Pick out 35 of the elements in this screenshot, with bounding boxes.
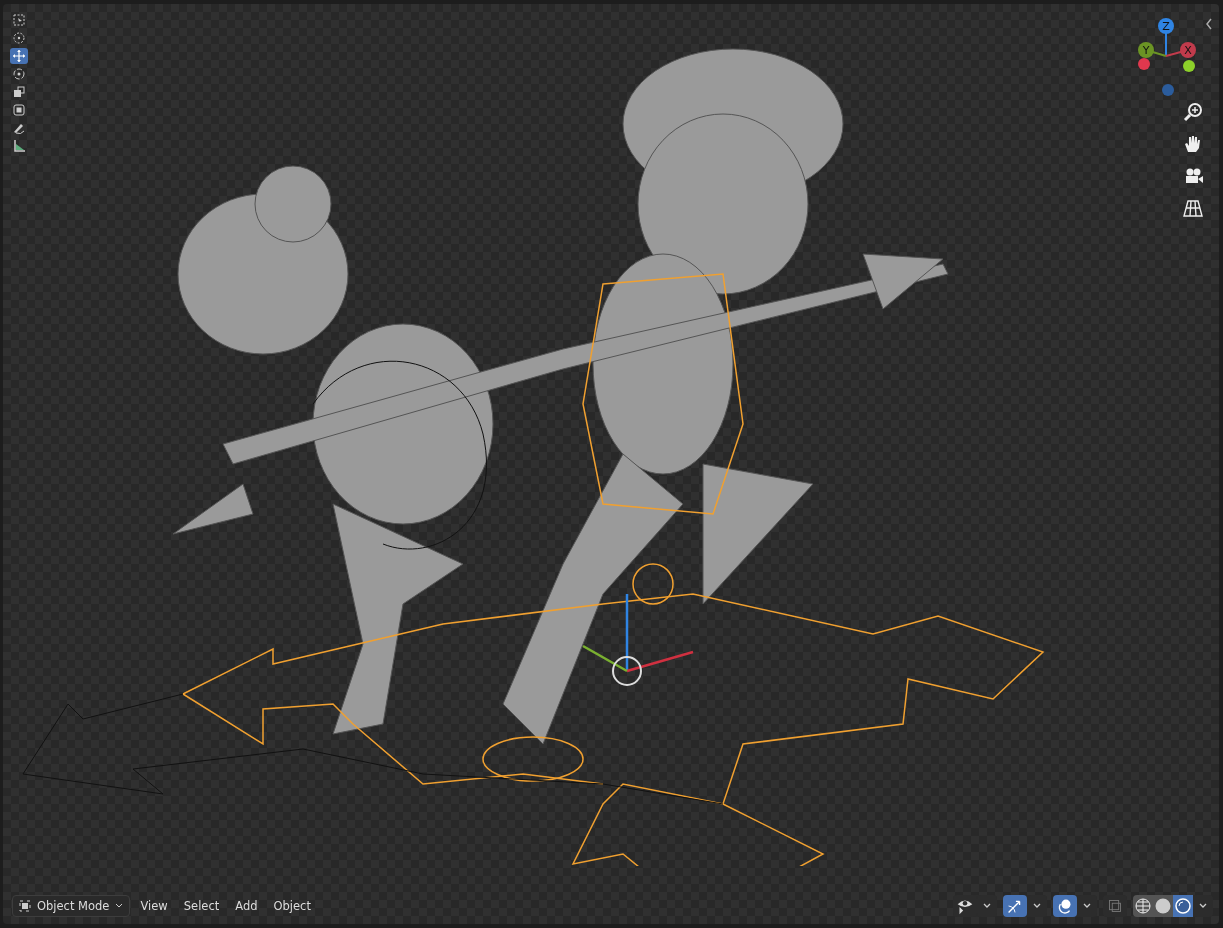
- cursor-tool[interactable]: [10, 30, 28, 46]
- caret-icon: [1083, 903, 1091, 909]
- caret-icon: [983, 903, 991, 909]
- wireframe-sphere-icon: [1134, 897, 1152, 915]
- axis-label: Y: [1142, 44, 1150, 57]
- object-mode-icon: [19, 900, 31, 912]
- menu-item[interactable]: Select: [177, 899, 226, 913]
- axis-gizmo[interactable]: Z Y X: [1134, 16, 1198, 100]
- 3d-viewport[interactable]: Z Y X Object Mode View Select Add Object: [3, 4, 1219, 924]
- axis-handle[interactable]: [1158, 18, 1174, 34]
- material-shading-button[interactable]: [1173, 895, 1193, 917]
- menu-item[interactable]: Object: [267, 899, 317, 913]
- solid-sphere-icon: [1154, 897, 1172, 915]
- caret-icon: [1199, 903, 1207, 909]
- axis-handle[interactable]: [1180, 42, 1196, 58]
- material-sphere-icon: [1174, 897, 1192, 915]
- axis-handle[interactable]: [1138, 42, 1154, 58]
- caret-icon: [115, 903, 124, 909]
- negative-axis-handle[interactable]: [1162, 84, 1174, 96]
- gizmo-toggle[interactable]: [1003, 895, 1027, 917]
- menu-item[interactable]: View: [134, 899, 174, 913]
- transform-tool[interactable]: [10, 102, 28, 118]
- mode-dropdown[interactable]: Object Mode: [12, 895, 131, 917]
- caret-icon: [1033, 903, 1041, 909]
- axis-label: Z: [1162, 20, 1170, 33]
- menu-item[interactable]: Add: [229, 899, 264, 913]
- wireframe-shading-button[interactable]: [1133, 895, 1153, 917]
- overlay-toggle[interactable]: [1053, 895, 1077, 917]
- negative-axis-handle[interactable]: [1183, 60, 1195, 72]
- rotate-tool[interactable]: [10, 66, 28, 82]
- solid-shading-button[interactable]: [1153, 895, 1173, 917]
- move-tool[interactable]: [10, 48, 28, 64]
- axis-label: X: [1184, 44, 1192, 57]
- negative-axis-handle[interactable]: [1138, 58, 1150, 70]
- select-box-tool[interactable]: [10, 12, 28, 28]
